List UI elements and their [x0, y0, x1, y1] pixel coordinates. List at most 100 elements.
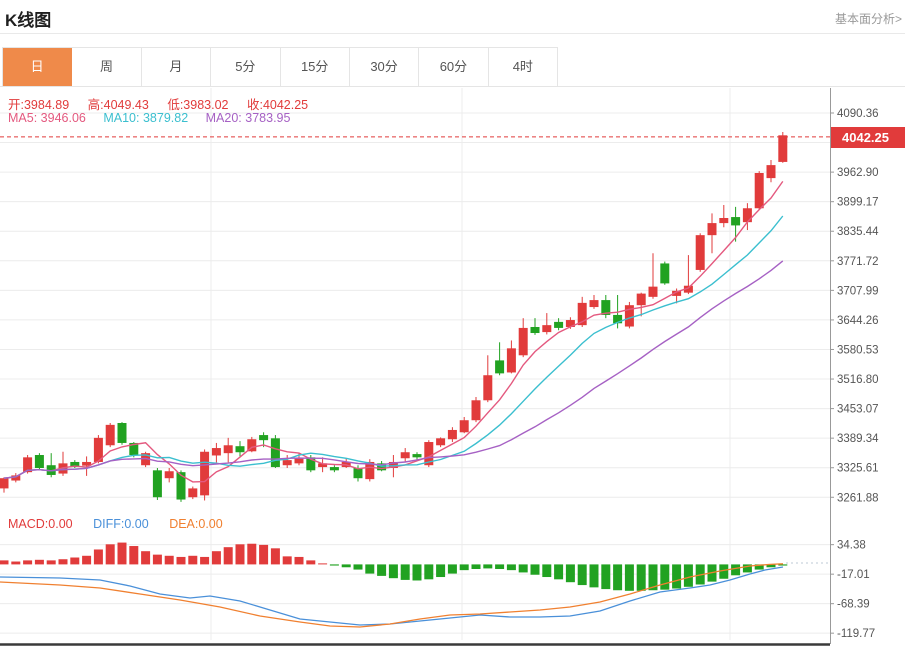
macd-bar — [153, 555, 162, 565]
candle-body — [330, 467, 339, 470]
candle-body — [460, 420, 469, 432]
candle-body — [354, 468, 363, 478]
macd-bar — [601, 564, 610, 589]
macd-bar — [472, 564, 481, 569]
candle-body — [637, 294, 646, 306]
macd-bar — [129, 546, 138, 564]
macd-bar — [542, 564, 551, 577]
axis-label: 3261.88 — [837, 492, 879, 504]
candle-body — [590, 300, 599, 307]
macd-bar — [188, 556, 197, 565]
macd-bar — [342, 564, 351, 567]
candle-body — [495, 360, 504, 373]
candle-body — [0, 478, 9, 488]
candle-body — [483, 375, 492, 400]
macd-bar — [224, 547, 233, 564]
axis-label: 3325.61 — [837, 463, 879, 475]
macd-bar — [625, 564, 634, 590]
candle-body — [448, 430, 457, 439]
macd-bar — [365, 564, 374, 573]
macd-bar — [94, 549, 103, 564]
macd-bar — [460, 564, 469, 570]
kline-page: 4090.364026.633962.903899.173835.443771.… — [0, 0, 905, 647]
macd-bar — [448, 564, 457, 573]
macd-bar — [389, 564, 398, 578]
macd-value: MACD:0.00 — [8, 517, 73, 531]
candle-body — [660, 263, 669, 283]
candle-body — [295, 458, 304, 463]
macd-readout: MACD:0.00 DIFF:0.00 DEA:0.00 — [8, 517, 240, 531]
macd-bar — [165, 556, 174, 565]
axis-label: 3453.07 — [837, 404, 879, 416]
macd-bar — [554, 564, 563, 579]
macd-bar — [354, 564, 363, 569]
macd-bar — [401, 564, 410, 580]
macd-bar — [23, 560, 32, 564]
macd-bar — [47, 560, 56, 564]
macd-bar — [59, 559, 68, 564]
candle-body — [188, 488, 197, 497]
macd-bar — [330, 564, 339, 565]
ma-readout: MA5: 3946.06 MA10: 3879.82 MA20: 3783.95 — [8, 111, 304, 125]
candle-body — [153, 470, 162, 497]
macd-bar — [318, 563, 327, 564]
close-value: 收:4042.25 — [247, 98, 308, 112]
macd-bar — [177, 557, 186, 564]
candle-body — [401, 452, 410, 458]
macd-bar — [212, 551, 221, 564]
macd-bar — [0, 560, 9, 564]
macd-bar — [283, 556, 292, 564]
candle-body — [719, 218, 728, 223]
macd-bar — [82, 556, 91, 565]
macd-bar — [566, 564, 575, 582]
candle-body — [778, 135, 787, 162]
axis-label: 3644.26 — [837, 315, 879, 327]
macd-bar — [259, 545, 268, 565]
macd-bar — [118, 543, 127, 565]
axis-label: 34.38 — [837, 540, 866, 552]
candle-body — [283, 460, 292, 465]
macd-bar — [590, 564, 599, 587]
candle-body — [165, 471, 174, 478]
y-axis-labels: 4090.364026.633962.903899.173835.443771.… — [837, 108, 879, 640]
candle-body — [507, 348, 516, 372]
axis-label: 3899.17 — [837, 197, 879, 209]
candle-body — [224, 445, 233, 453]
axis-label: 4042.25 — [842, 130, 889, 145]
candle-body — [472, 400, 481, 420]
macd-bar — [483, 564, 492, 568]
candle-body — [743, 208, 752, 222]
ma20-line — [4, 261, 783, 478]
candle-body — [649, 287, 658, 297]
diff-value: DIFF:0.00 — [93, 517, 149, 531]
macd-bar — [495, 564, 504, 569]
macd-bar — [660, 564, 669, 589]
candle-body — [755, 173, 764, 208]
macd-bar — [531, 564, 540, 574]
candle-body — [519, 328, 528, 355]
candle-body — [106, 425, 115, 445]
macd-bar — [35, 560, 44, 565]
macd-bar — [731, 564, 740, 575]
candle-body — [436, 438, 445, 445]
macd-bar — [141, 551, 150, 564]
axis-label: 3835.44 — [837, 226, 879, 238]
candle-body — [259, 435, 268, 440]
macd-bar — [236, 544, 245, 564]
macd-bar — [719, 564, 728, 578]
macd-bar — [637, 564, 646, 590]
macd-bar — [507, 564, 516, 570]
axis-label: 3580.53 — [837, 344, 879, 356]
candle-body — [35, 455, 44, 468]
macd-bar — [106, 544, 115, 564]
last-price-badge: 4042.25 — [831, 127, 905, 148]
macd-bar — [436, 564, 445, 577]
axis-label: -17.01 — [837, 569, 870, 581]
candle-body — [212, 448, 221, 455]
macd-bar — [424, 564, 433, 579]
macd-bar — [295, 557, 304, 564]
macd-bar — [306, 560, 315, 564]
macd-bar — [613, 564, 622, 590]
macd-bar — [70, 558, 79, 565]
dea-value: DEA:0.00 — [169, 517, 223, 531]
